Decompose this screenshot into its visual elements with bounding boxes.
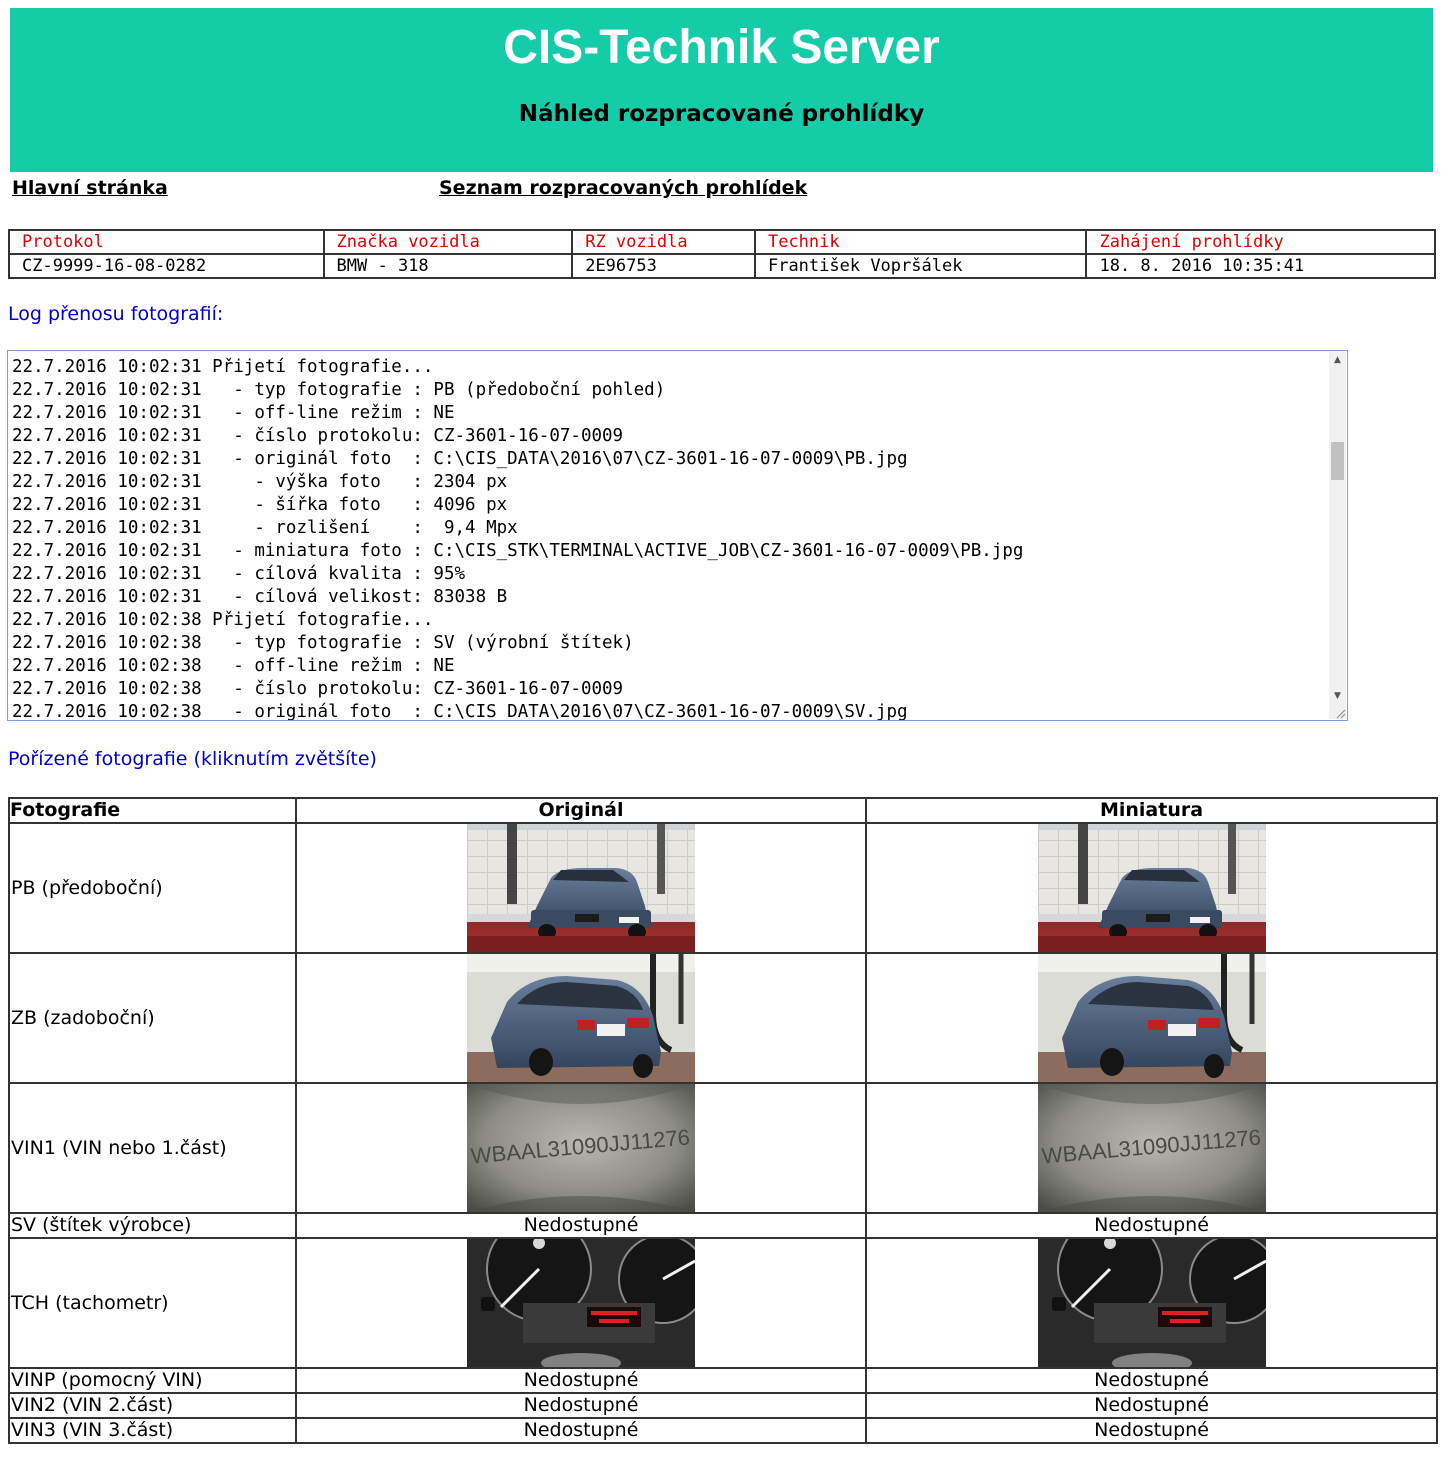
thumbnail-photo[interactable]: WBAAL31090JJ11276 bbox=[1037, 1084, 1266, 1212]
original-photo-cell: WBAAL31090JJ11276 bbox=[295, 1082, 867, 1214]
original-unavailable-text: Nedostupné bbox=[295, 1367, 867, 1394]
original-photo-cell bbox=[295, 822, 867, 954]
info-technician: František Vopršálek bbox=[753, 253, 1088, 279]
original-photo-cell bbox=[295, 952, 867, 1084]
site-title: CIS-Technik Server bbox=[503, 21, 940, 74]
info-value-row: CZ-9999-16-08-0282 BMW - 318 2E96753 Fra… bbox=[8, 253, 1436, 279]
photo-row: TCH (tachometr) bbox=[8, 1237, 1438, 1369]
log-line: 22.7.2016 10:02:31 - cílová velikost: 83… bbox=[12, 587, 508, 607]
photo-row: VINP (pomocný VIN) Nedostupné Nedostupné bbox=[8, 1367, 1438, 1394]
info-header-row: Protokol Značka vozidla RZ vozidla Techn… bbox=[8, 229, 1436, 255]
original-unavailable-text: Nedostupné bbox=[295, 1212, 867, 1239]
info-brand: BMW - 318 bbox=[322, 253, 574, 279]
info-protocol: CZ-9999-16-08-0282 bbox=[8, 253, 325, 279]
resize-grip-icon[interactable] bbox=[1334, 707, 1346, 719]
photo-row: SV (štítek výrobce) Nedostupné Nedostupné bbox=[8, 1212, 1438, 1239]
photos-header-thumbnail: Miniatura bbox=[865, 797, 1438, 824]
original-photo[interactable] bbox=[467, 954, 695, 1082]
thumbnail-photo[interactable] bbox=[1037, 954, 1266, 1082]
thumbnail-photo-cell bbox=[865, 952, 1438, 1084]
photos-table: Fotografie Originál Miniatura PB (předob… bbox=[8, 797, 1438, 1444]
info-header-start: Zahájení prohlídky bbox=[1085, 229, 1436, 255]
info-header-protocol: Protokol bbox=[8, 229, 325, 255]
log-lines: 22.7.2016 10:02:31 Přijetí fotografie...… bbox=[12, 356, 1325, 721]
original-unavailable-text: Nedostupné bbox=[295, 1392, 867, 1419]
photos-label: Pořízené fotografie (kliknutím zvětšíte) bbox=[8, 748, 377, 770]
inspection-list-link[interactable]: Seznam rozpracovaných prohlídek bbox=[439, 177, 807, 199]
log-line: 22.7.2016 10:02:38 - originál foto : C:\… bbox=[12, 702, 908, 721]
log-line: 22.7.2016 10:02:31 - číslo protokolu: CZ… bbox=[12, 426, 624, 446]
photo-type-label: VIN2 (VIN 2.část) bbox=[8, 1392, 297, 1419]
original-photo[interactable]: WBAAL31090JJ11276 bbox=[467, 1084, 695, 1212]
original-photo[interactable] bbox=[467, 1239, 695, 1367]
original-photo-cell bbox=[295, 1237, 867, 1369]
log-line: 22.7.2016 10:02:31 - šířka foto : 4096 p… bbox=[12, 495, 508, 515]
photos-header-row: Fotografie Originál Miniatura bbox=[8, 797, 1438, 824]
thumbnail-unavailable-text: Nedostupné bbox=[865, 1417, 1438, 1444]
log-line: 22.7.2016 10:02:31 Přijetí fotografie... bbox=[12, 357, 434, 377]
info-header-plate: RZ vozidla bbox=[571, 229, 756, 255]
log-line: 22.7.2016 10:02:31 - originál foto : C:\… bbox=[12, 449, 908, 469]
thumbnail-unavailable-text: Nedostupné bbox=[865, 1392, 1438, 1419]
info-header-brand: Značka vozidla bbox=[322, 229, 574, 255]
log-line: 22.7.2016 10:02:38 - typ fotografie : SV… bbox=[12, 633, 634, 653]
scroll-thumb[interactable] bbox=[1331, 442, 1344, 480]
log-label: Log přenosu fotografií: bbox=[8, 303, 224, 325]
log-line: 22.7.2016 10:02:38 - číslo protokolu: CZ… bbox=[12, 679, 624, 699]
photo-type-label: VIN3 (VIN 3.část) bbox=[8, 1417, 297, 1444]
photo-row: VIN1 (VIN nebo 1.část) WBAAL31090JJ11276… bbox=[8, 1082, 1438, 1214]
thumbnail-photo-cell bbox=[865, 822, 1438, 954]
photo-row: VIN2 (VIN 2.část) Nedostupné Nedostupné bbox=[8, 1392, 1438, 1419]
original-photo[interactable] bbox=[467, 824, 695, 952]
thumbnail-unavailable-text: Nedostupné bbox=[865, 1367, 1438, 1394]
photo-type-label: VINP (pomocný VIN) bbox=[8, 1367, 297, 1394]
photo-row: ZB (zadoboční) bbox=[8, 952, 1438, 1084]
info-plate: 2E96753 bbox=[571, 253, 756, 279]
thumbnail-photo[interactable] bbox=[1037, 1239, 1266, 1367]
photo-type-label: SV (štítek výrobce) bbox=[8, 1212, 297, 1239]
log-line: 22.7.2016 10:02:31 - rozlišení : 9,4 Mpx bbox=[12, 518, 518, 538]
log-line: 22.7.2016 10:02:31 - miniatura foto : C:… bbox=[12, 541, 1024, 561]
thumbnail-photo[interactable] bbox=[1037, 824, 1266, 952]
log-scrollbar[interactable]: ▲ ▼ bbox=[1329, 352, 1346, 719]
photo-type-label: TCH (tachometr) bbox=[8, 1237, 297, 1369]
photo-transfer-log[interactable]: 22.7.2016 10:02:31 Přijetí fotografie...… bbox=[7, 350, 1348, 721]
log-line: 22.7.2016 10:02:38 - off-line režim : NE bbox=[12, 656, 455, 676]
photo-type-label: ZB (zadoboční) bbox=[8, 952, 297, 1084]
scroll-up-icon[interactable]: ▲ bbox=[1329, 352, 1346, 369]
info-start: 18. 8. 2016 10:35:41 bbox=[1085, 253, 1436, 279]
log-line: 22.7.2016 10:02:31 - typ fotografie : PB… bbox=[12, 380, 666, 400]
thumbnail-unavailable-text: Nedostupné bbox=[865, 1212, 1438, 1239]
page-subtitle: Náhled rozpracované prohlídky bbox=[518, 101, 925, 127]
home-link[interactable]: Hlavní stránka bbox=[12, 177, 168, 199]
thumbnail-photo-cell: WBAAL31090JJ11276 bbox=[865, 1082, 1438, 1214]
photo-row: VIN3 (VIN 3.část) Nedostupné Nedostupné bbox=[8, 1417, 1438, 1444]
photo-type-label: VIN1 (VIN nebo 1.část) bbox=[8, 1082, 297, 1214]
inspection-info-table: Protokol Značka vozidla RZ vozidla Techn… bbox=[8, 229, 1436, 279]
photos-header-original: Originál bbox=[295, 797, 867, 824]
photo-type-label: PB (předoboční) bbox=[8, 822, 297, 954]
page-header: CIS-Technik Server Náhled rozpracované p… bbox=[10, 8, 1433, 172]
scroll-down-icon[interactable]: ▼ bbox=[1329, 688, 1346, 705]
info-header-technician: Technik bbox=[753, 229, 1088, 255]
log-line: 22.7.2016 10:02:31 - výška foto : 2304 p… bbox=[12, 472, 508, 492]
log-line: 22.7.2016 10:02:31 - cílová kvalita : 95… bbox=[12, 564, 466, 584]
thumbnail-photo-cell bbox=[865, 1237, 1438, 1369]
photo-row: PB (předoboční) bbox=[8, 822, 1438, 954]
log-line: 22.7.2016 10:02:38 Přijetí fotografie... bbox=[12, 610, 434, 630]
original-unavailable-text: Nedostupné bbox=[295, 1417, 867, 1444]
log-line: 22.7.2016 10:02:31 - off-line režim : NE bbox=[12, 403, 455, 423]
photos-header-photo: Fotografie bbox=[8, 797, 297, 824]
